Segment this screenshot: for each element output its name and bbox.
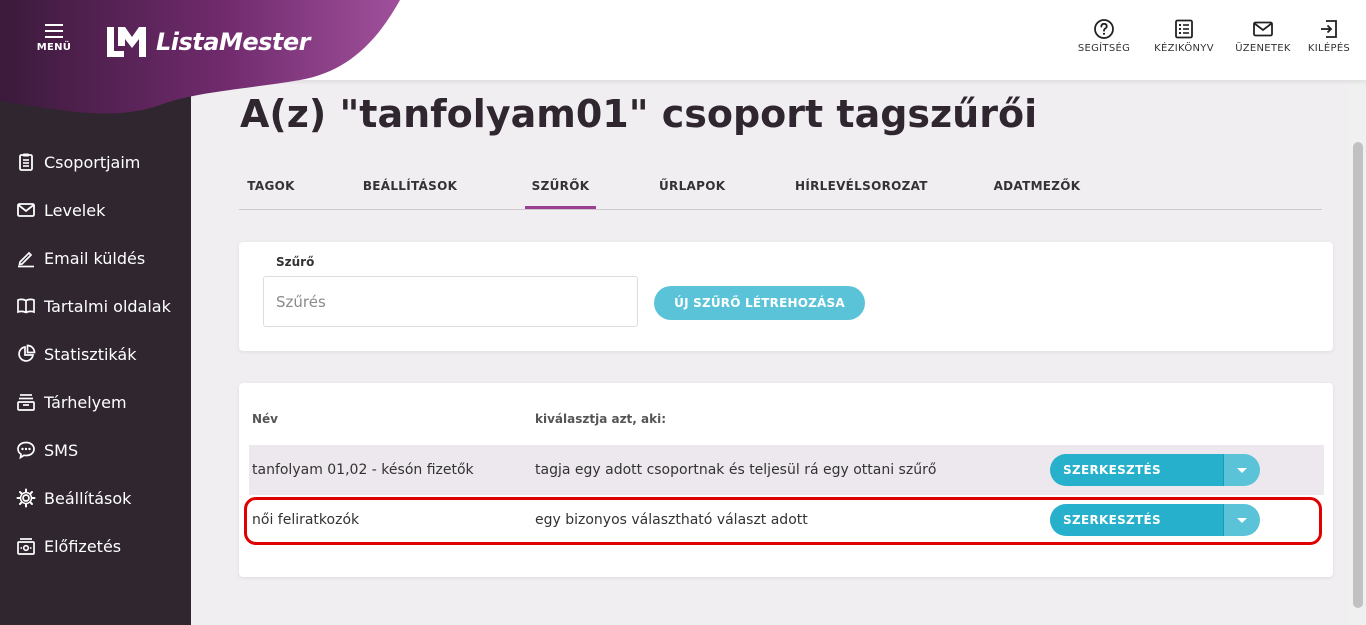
tab-hirlevelsorozat[interactable]: HÍRLEVÉLSOROZAT xyxy=(795,172,927,209)
logout-icon xyxy=(1321,20,1337,38)
new-filter-button[interactable]: ÚJ SZŰRŐ LÉTREHOZÁSA xyxy=(654,286,865,320)
edit-dropdown-toggle[interactable] xyxy=(1223,454,1260,486)
table-row: tanfolyam 01,02 - késón fizetők tagja eg… xyxy=(249,445,1324,495)
sidebar-item-label: SMS xyxy=(44,440,79,460)
logo[interactable]: ListaMester xyxy=(104,24,311,60)
filter-name: női feliratkozók xyxy=(252,512,360,528)
sidebar-item-label: Tartalmi oldalak xyxy=(44,296,171,316)
book-icon xyxy=(17,298,35,314)
help-button[interactable]: SEGÍTSÉG xyxy=(1066,18,1142,62)
manual-button[interactable]: KÉZIKÖNYV xyxy=(1142,18,1226,62)
messages-button[interactable]: ÜZENETEK xyxy=(1226,18,1300,62)
tab-tagok[interactable]: TAGOK xyxy=(239,172,303,209)
sidebar-item-sms[interactable]: SMS xyxy=(0,426,191,474)
sidebar-item-tarhelyem[interactable]: Tárhelyem xyxy=(0,378,191,426)
logout-label: KILÉPÉS xyxy=(1307,43,1351,54)
help-label: SEGÍTSÉG xyxy=(1077,43,1131,54)
tab-adatmezok[interactable]: ADATMEZŐK xyxy=(992,172,1082,209)
sms-icon xyxy=(17,441,35,460)
gear-icon xyxy=(16,488,36,508)
listamester-logo-icon xyxy=(107,27,146,57)
clipboard-icon xyxy=(19,153,33,171)
envelope-icon xyxy=(17,203,35,217)
sidebar-item-tartalmi-oldalak[interactable]: Tartalmi oldalak xyxy=(0,282,191,330)
sidebar-item-elofizetes[interactable]: Előfizetés xyxy=(0,522,191,570)
manual-icon xyxy=(1175,19,1193,39)
sidebar-item-label: Tárhelyem xyxy=(44,392,127,412)
filter-description: tagja egy adott csoportnak és teljesül r… xyxy=(535,462,937,478)
manual-label: KÉZIKÖNYV xyxy=(1154,43,1214,54)
mail-icon xyxy=(1253,21,1273,37)
edit-button[interactable]: SZERKESZTÉS xyxy=(1050,454,1223,486)
tab-bar: TAGOK BEÁLLÍTÁSOK SZŰRŐK ŰRLAPOK HÍRLEVÉ… xyxy=(239,172,1322,210)
caret-down-icon xyxy=(1237,467,1247,473)
logo-text: ListaMester xyxy=(156,28,311,56)
sidebar-item-csoportjaim[interactable]: Csoportjaim xyxy=(0,138,191,186)
tab-szurok[interactable]: SZŰRŐK xyxy=(525,172,596,209)
filter-name: tanfolyam 01,02 - késón fizetők xyxy=(252,462,474,478)
filter-input[interactable] xyxy=(263,276,638,327)
menu-button[interactable]: MENÜ xyxy=(34,24,74,53)
sidebar-nav: Csoportjaim Levelek Email küldés Tartalm… xyxy=(0,138,191,570)
messages-label: ÜZENETEK xyxy=(1235,43,1291,54)
scrollbar-thumb[interactable] xyxy=(1353,142,1363,608)
filter-description: egy bizonyos választható választ adott xyxy=(535,512,808,528)
caret-down-icon xyxy=(1237,517,1247,523)
column-header-name: Név xyxy=(252,412,279,426)
page-scrollbar[interactable] xyxy=(1350,80,1366,625)
sidebar-item-email-kuldes[interactable]: Email küldés xyxy=(0,234,191,282)
subscription-icon xyxy=(17,538,35,555)
storage-icon xyxy=(17,394,35,411)
edit-split-button: SZERKESZTÉS xyxy=(1050,454,1260,486)
table-row: női feliratkozók egy bizonyos választhat… xyxy=(249,495,1324,545)
sidebar-item-label: Email küldés xyxy=(44,248,146,268)
header-actions: SEGÍTSÉG KÉZIKÖNYV ÜZENETEK KILÉPÉS xyxy=(1066,18,1366,62)
pie-chart-icon xyxy=(18,344,36,362)
edit-split-button: SZERKESZTÉS xyxy=(1050,504,1260,536)
sidebar-item-label: Beállítások xyxy=(44,488,132,508)
filter-card: Szűrő ÚJ SZŰRŐ LÉTREHOZÁSA xyxy=(239,242,1333,351)
help-circle-icon xyxy=(1094,19,1114,39)
column-header-selects: kiválasztja azt, aki: xyxy=(535,412,667,426)
sidebar-item-label: Csoportjaim xyxy=(44,152,141,172)
filters-table: Név kiválasztja azt, aki: tanfolyam 01,0… xyxy=(239,383,1333,577)
tab-urlapok[interactable]: ŰRLAPOK xyxy=(659,172,725,209)
sidebar-item-statisztikak[interactable]: Statisztikák xyxy=(0,330,191,378)
pencil-icon xyxy=(18,251,34,268)
sidebar-item-beallitasok[interactable]: Beállítások xyxy=(0,474,191,522)
sidebar-item-label: Levelek xyxy=(44,200,106,220)
hamburger-icon xyxy=(45,24,63,38)
sidebar-item-label: Előfizetés xyxy=(44,536,122,556)
logout-button[interactable]: KILÉPÉS xyxy=(1300,18,1358,62)
menu-label: MENÜ xyxy=(36,42,72,53)
edit-dropdown-toggle[interactable] xyxy=(1223,504,1260,536)
tab-beallitasok[interactable]: BEÁLLÍTÁSOK xyxy=(362,172,458,209)
sidebar-item-label: Statisztikák xyxy=(44,344,137,364)
sidebar-item-levelek[interactable]: Levelek xyxy=(0,186,191,234)
edit-button[interactable]: SZERKESZTÉS xyxy=(1050,504,1223,536)
filter-label: Szűrő xyxy=(276,255,315,269)
